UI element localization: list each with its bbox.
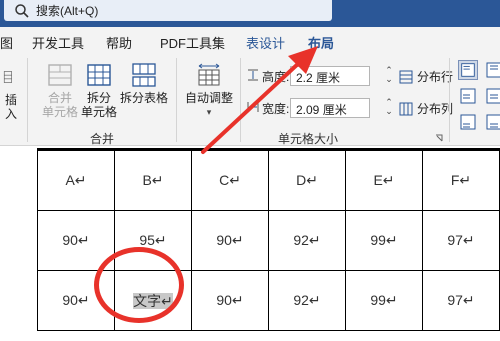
search-label: 搜索(Alt+Q) xyxy=(36,4,99,18)
row-height-icon xyxy=(248,69,258,81)
table-cell[interactable]: E↵ xyxy=(345,150,423,211)
split-table-icon xyxy=(132,63,156,87)
table-cell[interactable]: B↵ xyxy=(114,150,192,211)
title-bar: 搜索(Alt+Q) xyxy=(0,0,500,27)
separator xyxy=(449,58,450,142)
width-spinner[interactable]: ⌃ ⌄ xyxy=(382,98,396,118)
table-cell[interactable]: 92↵ xyxy=(268,270,346,331)
dialog-launcher-icon[interactable] xyxy=(435,134,443,142)
split-cells-icon xyxy=(87,64,111,86)
split-table-button[interactable]: 拆分表格 xyxy=(118,62,170,105)
table-cell[interactable]: 92↵ xyxy=(268,210,346,271)
distribute-rows-label: 分布行 xyxy=(417,70,454,84)
document-area: A↵ B↵ C↵ D↵ E↵ F↵ 90↵ 95↵ 90↵ 92↵ 99↵ 97… xyxy=(0,146,500,341)
table-cell[interactable]: 90↵ xyxy=(191,210,269,271)
table-cell[interactable]: F↵ xyxy=(422,150,500,211)
table-cell[interactable]: 99↵ xyxy=(345,270,423,331)
insert-button[interactable]: 插入 xyxy=(0,64,22,121)
table-cell[interactable]: 97↵ xyxy=(422,210,500,271)
distribute-rows-button[interactable]: 分布行 xyxy=(399,68,453,85)
height-label: 高度: xyxy=(262,70,290,84)
width-field[interactable]: 2.09 厘米 xyxy=(290,98,370,118)
distribute-columns-icon xyxy=(399,102,413,115)
merge-cells-icon xyxy=(48,64,72,86)
tab-developer[interactable]: 开发工具 xyxy=(32,33,84,52)
width-label: 宽度: xyxy=(262,102,290,116)
merge-group-label: 合并 xyxy=(90,132,115,146)
split-cells-label: 拆分 单元格 xyxy=(80,91,117,119)
align-bottom-center-icon[interactable] xyxy=(484,112,500,132)
align-top-left-icon[interactable] xyxy=(458,60,478,80)
ribbon: 插入 合并 单元格 拆分 单元格 拆分表格 合并 自动调整 ▾ 高度: 2.2 … xyxy=(0,54,500,146)
ribbon-tabs: 图 开发工具 帮助 PDF工具集 表设计 布局 xyxy=(0,27,500,58)
table-cell[interactable]: A↵ xyxy=(37,150,115,211)
table-cell[interactable]: C↵ xyxy=(191,150,269,211)
table-row: A↵ B↵ C↵ D↵ E↵ F↵ xyxy=(37,150,500,211)
align-bottom-left-icon[interactable] xyxy=(458,112,478,132)
distribute-columns-label: 分布列 xyxy=(417,102,454,116)
table-cell[interactable]: 90↵ xyxy=(191,270,269,331)
search-box[interactable]: 搜索(Alt+Q) xyxy=(4,0,332,21)
separator xyxy=(27,58,28,142)
table-cell[interactable]: D↵ xyxy=(268,150,346,211)
distribute-rows-icon xyxy=(399,70,413,83)
merge-cells-label: 合并 单元格 xyxy=(41,91,78,119)
align-top-center-icon[interactable] xyxy=(484,60,500,80)
search-icon xyxy=(15,3,29,18)
tab-layout[interactable]: 布局 xyxy=(305,33,337,58)
autofit-button[interactable]: 自动调整 ▾ xyxy=(182,62,236,119)
merge-cells-button[interactable]: 合并 单元格 xyxy=(38,62,82,119)
autofit-label: 自动调整 xyxy=(184,91,233,105)
tab-table-design[interactable]: 表设计 xyxy=(246,33,285,52)
align-middle-left-icon[interactable] xyxy=(458,86,478,106)
distribute-columns-button[interactable]: 分布列 xyxy=(399,100,453,117)
insert-icon xyxy=(3,71,12,83)
table-cell[interactable]: 97↵ xyxy=(422,270,500,331)
table-cell[interactable]: 99↵ xyxy=(345,210,423,271)
align-middle-center-icon[interactable] xyxy=(484,86,500,106)
column-width-icon xyxy=(247,102,259,112)
separator xyxy=(176,58,177,142)
tab-help[interactable]: 帮助 xyxy=(106,33,132,52)
height-field[interactable]: 2.2 厘米 xyxy=(290,66,370,86)
separator xyxy=(240,58,241,142)
cell-size-group-label: 单元格大小 xyxy=(278,132,339,146)
tab-draw[interactable]: 图 xyxy=(0,33,13,52)
split-cells-button[interactable]: 拆分 单元格 xyxy=(80,62,118,119)
tab-pdf-tools[interactable]: PDF工具集 xyxy=(160,33,225,52)
annotation-circle xyxy=(94,247,184,323)
chevron-down-icon: ▾ xyxy=(206,107,212,117)
autofit-icon xyxy=(198,63,220,86)
height-spinner[interactable]: ⌃ ⌄ xyxy=(382,66,396,86)
insert-label: 插入 xyxy=(4,93,17,121)
split-table-label: 拆分表格 xyxy=(119,91,168,105)
